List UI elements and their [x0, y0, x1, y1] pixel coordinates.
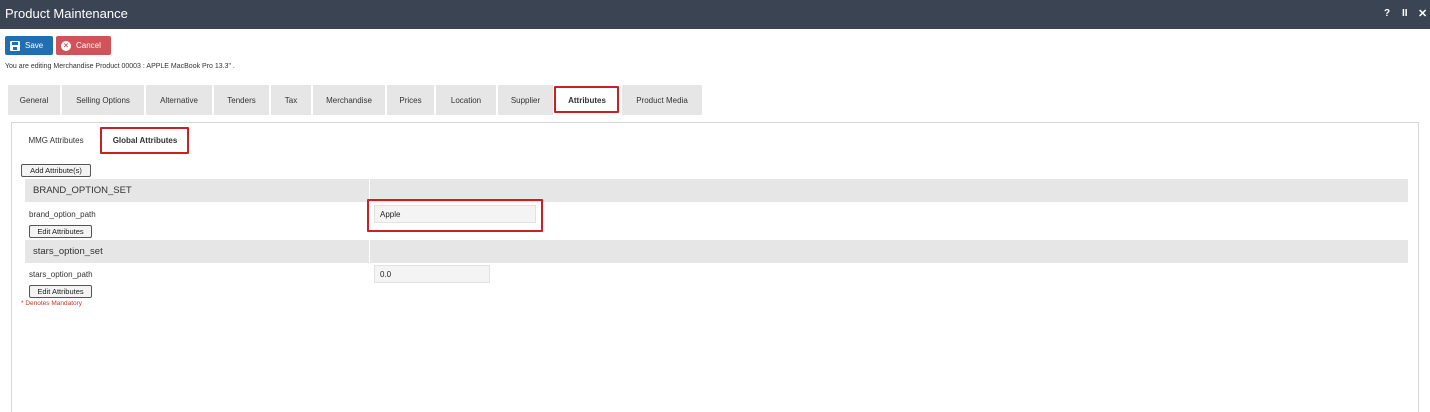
- section-title: BRAND_OPTION_SET: [33, 185, 132, 196]
- section-title: stars_option_set: [33, 246, 103, 257]
- subtab-mmg-attributes[interactable]: MMG Attributes: [20, 129, 92, 152]
- tab-location[interactable]: Location: [436, 85, 496, 115]
- cancel-button[interactable]: × Cancel: [56, 36, 111, 55]
- header-divider: [369, 240, 370, 263]
- tab-product-media[interactable]: Product Media: [622, 85, 702, 115]
- section-header-brand-option-set: BRAND_OPTION_SET: [25, 179, 1408, 202]
- floppy-disk-icon: [10, 40, 20, 51]
- cancel-button-label: Cancel: [76, 41, 101, 50]
- mandatory-note: * Denotes Mandatory: [21, 300, 83, 307]
- tab-alternative[interactable]: Alternative: [146, 85, 212, 115]
- tab-tenders[interactable]: Tenders: [214, 85, 269, 115]
- tab-prices[interactable]: Prices: [387, 85, 434, 115]
- global-attributes-highlight: [100, 127, 189, 154]
- stars-option-path-label: stars_option_path: [29, 270, 93, 279]
- attributes-panel: [11, 122, 1419, 412]
- attributes-tab-highlight: [554, 86, 619, 113]
- section-header-stars-option-set: stars_option_set: [25, 240, 1408, 263]
- window-title: Product Maintenance: [5, 6, 128, 21]
- editing-status-text: You are editing Merchandise Product 0000…: [5, 63, 235, 70]
- stars-option-path-field[interactable]: 0.0: [374, 265, 490, 283]
- add-attributes-button[interactable]: Add Attribute(s): [21, 164, 91, 177]
- tab-merchandise[interactable]: Merchandise: [313, 85, 385, 115]
- main-tab-bar: General Selling Options Alternative Tend…: [8, 85, 1423, 115]
- tab-general[interactable]: General: [8, 85, 60, 115]
- title-bar: Product Maintenance ? II ✕: [0, 0, 1430, 29]
- brand-option-path-label: brand_option_path: [29, 210, 96, 219]
- tab-selling-options[interactable]: Selling Options: [62, 85, 144, 115]
- brand-field-highlight: [367, 199, 543, 232]
- edit-attributes-button[interactable]: Edit Attributes: [29, 285, 92, 298]
- tab-supplier[interactable]: Supplier: [498, 85, 553, 115]
- close-icon[interactable]: ✕: [1418, 7, 1427, 20]
- edit-attributes-button[interactable]: Edit Attributes: [29, 225, 92, 238]
- tab-tax[interactable]: Tax: [271, 85, 311, 115]
- window-controls: ? II ✕: [1378, 0, 1430, 29]
- save-button[interactable]: Save: [5, 36, 53, 55]
- save-button-label: Save: [25, 41, 44, 50]
- pause-icon[interactable]: II: [1402, 8, 1408, 19]
- cancel-circle-icon: ×: [61, 40, 71, 51]
- help-icon[interactable]: ?: [1384, 8, 1390, 19]
